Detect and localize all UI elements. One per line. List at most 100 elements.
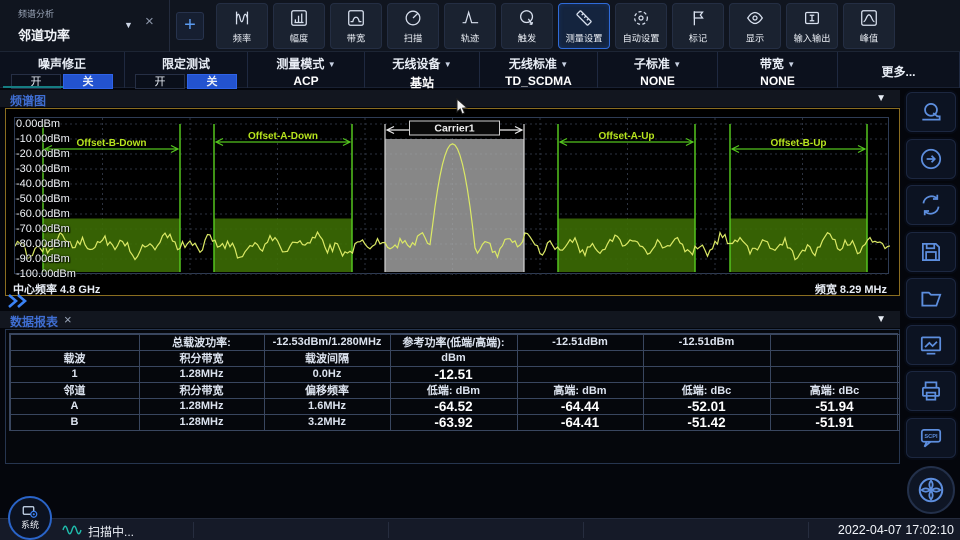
toolbar-button-peak[interactable]: 峰值 (843, 3, 895, 49)
report-section-header: 数据报表 × ▼ (0, 311, 900, 328)
span-label: 频宽 8.29 MHz (815, 281, 887, 297)
sidebar-button-single-sweep[interactable] (906, 139, 956, 179)
more-button[interactable]: 更多... (838, 63, 959, 80)
menu-dropdown-4: 子标准 ▼ NONE (598, 52, 718, 88)
nav-wheel-button[interactable] (907, 466, 955, 514)
menu-label: 噪声修正 (0, 55, 124, 72)
sidebar-button-scpi[interactable]: SCPI (906, 418, 956, 458)
report-cell (10, 334, 140, 351)
save-icon (918, 239, 944, 265)
toggle-on-button[interactable]: 开 (135, 74, 185, 89)
toolbar-button-label: 幅度 (290, 31, 308, 45)
spectrum-panel: Offset-B-Down Offset-A-Down Carrier1 Off… (5, 108, 900, 296)
toolbar-button-frequency[interactable]: 频率 (216, 3, 268, 49)
menu-label: 限定测试 (125, 55, 247, 72)
refresh-icon (918, 192, 944, 218)
svg-text:Carrier1: Carrier1 (434, 123, 474, 135)
toolbar-button-amplitude[interactable]: 幅度 (273, 3, 325, 49)
report-cell: -51.91 (770, 414, 900, 431)
dropdown-label[interactable]: 测量模式 ▼ (248, 55, 364, 72)
system-button[interactable]: 系统 (8, 496, 52, 540)
toolbar-button-label: 峰值 (860, 31, 878, 45)
dropdown-label[interactable]: 无线标准 ▼ (480, 55, 597, 72)
top-toolbar: 频谱分析 邻道功率 ▼ × + 频率 幅度 带宽 扫描 轨迹 触发 测量设置 (0, 0, 960, 52)
report-cell: -64.41 (517, 414, 644, 431)
folder-open-icon (918, 285, 944, 311)
sidebar-button-save[interactable] (906, 232, 956, 272)
toolbar-button-display[interactable]: 显示 (729, 3, 781, 49)
report-cell: -12.51 (390, 366, 518, 383)
sidebar-button-refresh[interactable] (906, 185, 956, 225)
status-divider (583, 522, 584, 538)
collapse-chevron-icon[interactable]: ▼ (876, 314, 886, 325)
app-window: 频谱分析 邻道功率 ▼ × + 频率 幅度 带宽 扫描 轨迹 触发 测量设置 (0, 0, 960, 540)
preset-icon (918, 99, 944, 125)
report-cell: dBm (390, 350, 518, 367)
toggle-off-button[interactable]: 关 (63, 74, 113, 89)
report-cell: -51.42 (643, 414, 771, 431)
measure-setup-icon (574, 7, 594, 29)
collapse-chevron-icon[interactable]: ▼ (876, 93, 886, 104)
dropdown-label[interactable]: 子标准 ▼ (598, 55, 717, 72)
trigger-icon (517, 7, 537, 29)
svg-text:SCPI: SCPI (924, 434, 938, 440)
chevron-down-icon[interactable]: ▼ (124, 20, 133, 30)
toolbar-button-label: 测量设置 (566, 31, 603, 45)
report-cell: 高端: dBc (770, 382, 900, 399)
report-cell: 积分带宽 (139, 382, 265, 399)
report-cell: 1.6MHz (264, 398, 391, 415)
report-cell: -52.01 (643, 398, 771, 415)
scan-status-text: 扫描中... (88, 523, 134, 540)
add-measurement-button[interactable]: + (176, 12, 204, 40)
input-output-icon (802, 7, 822, 29)
measurement-title: 邻道功率 (18, 25, 70, 44)
toolbar-button-bandwidth[interactable]: 带宽 (330, 3, 382, 49)
bandwidth-icon (346, 7, 366, 29)
dropdown-label[interactable]: 无线设备 ▼ (365, 55, 479, 72)
measurement-tab[interactable]: 频谱分析 邻道功率 ▼ × (0, 0, 170, 52)
toolbar-button-input-output[interactable]: 输入输出 (786, 3, 838, 49)
menu-toggle-1: 噪声修正 开 关 (0, 52, 125, 88)
toggle-off-button[interactable]: 关 (187, 74, 237, 89)
report-close-icon[interactable]: × (64, 312, 72, 327)
toolbar-button-auto-setup[interactable]: 自动设置 (615, 3, 667, 49)
sidebar-button-folder-open[interactable] (906, 278, 956, 318)
report-cell: -12.53dBm/1.280MHz (264, 334, 391, 351)
clock-timestamp: 2022-04-07 17:02:10 (838, 523, 954, 537)
svg-text:Offset-B-Up: Offset-B-Up (770, 138, 826, 149)
expand-chevrons-button[interactable] (6, 293, 32, 309)
toolbar-button-trace[interactable]: 轨迹 (444, 3, 496, 49)
toolbar-button-label: 触发 (518, 31, 536, 45)
sidebar-button-screenshot[interactable] (906, 325, 956, 365)
report-cell: A (10, 398, 140, 415)
trace-icon (460, 7, 480, 29)
chevron-down-icon: ▼ (444, 60, 452, 69)
report-panel: 总载波功率:-12.53dBm/1.280MHz参考功率(低端/高端):-12.… (5, 329, 900, 464)
toolbar-button-label: 标记 (689, 31, 707, 45)
toolbar-button-label: 轨迹 (461, 31, 479, 45)
wave-logo-icon (62, 524, 84, 536)
toolbar-button-trigger[interactable]: 触发 (501, 3, 553, 49)
report-title: 数据报表 (10, 313, 58, 330)
toolbar-button-marker[interactable]: 标记 (672, 3, 724, 49)
report-cell: 积分带宽 (139, 350, 265, 367)
close-icon[interactable]: × (145, 13, 154, 30)
report-cell: 1 (10, 366, 140, 383)
menu-dropdown-1: 测量模式 ▼ ACP (248, 52, 365, 88)
app-category-label: 频谱分析 (18, 7, 54, 20)
sidebar-button-printer[interactable] (906, 371, 956, 411)
dropdown-value: NONE (598, 74, 717, 88)
report-cell (643, 366, 771, 383)
auto-setup-icon (631, 7, 651, 29)
svg-text:Offset-A-Up: Offset-A-Up (598, 131, 654, 142)
toolbar-button-measure-setup[interactable]: 测量设置 (558, 3, 610, 49)
dropdown-label[interactable]: 带宽 ▼ (718, 55, 837, 72)
sidebar-button-preset[interactable] (906, 92, 956, 132)
report-cell: -64.44 (517, 398, 644, 415)
amplitude-icon (289, 7, 309, 29)
toolbar-button-sweep[interactable]: 扫描 (387, 3, 439, 49)
display-icon (745, 7, 765, 29)
report-cell: -12.51dBm (517, 334, 644, 351)
accent-line (3, 86, 63, 88)
spectrum-plot[interactable]: Offset-B-Down Offset-A-Down Carrier1 Off… (14, 117, 889, 274)
